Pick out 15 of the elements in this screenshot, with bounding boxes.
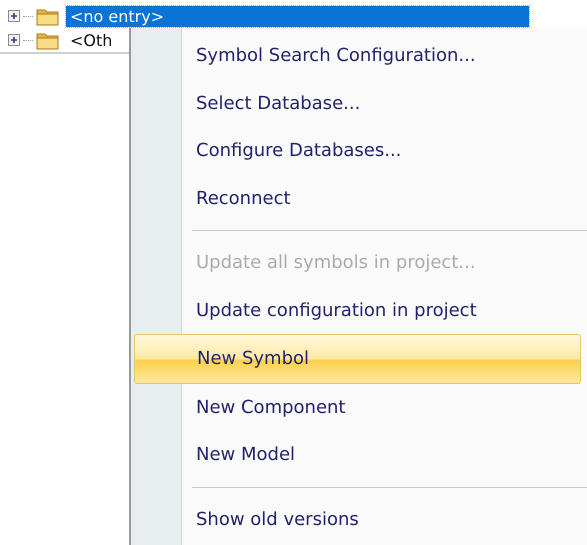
- tree-item[interactable]: <no entry>: [66, 6, 529, 26]
- menu-item[interactable]: Reconnect: [134, 174, 581, 222]
- menu-item[interactable]: Configure Databases...: [134, 127, 581, 174]
- menu-item[interactable]: Symbol Search Configuration...: [134, 32, 581, 80]
- menu-item[interactable]: New Symbol: [134, 334, 581, 384]
- folder-icon: [36, 6, 60, 26]
- menu-item[interactable]: New Component: [134, 384, 581, 431]
- folder-icon: [36, 30, 60, 50]
- menu-item[interactable]: New Model: [134, 431, 581, 478]
- menu-item[interactable]: Select Database...: [134, 80, 581, 127]
- expand-icon[interactable]: [8, 10, 20, 22]
- menu-item[interactable]: Show old versions: [134, 496, 581, 543]
- tree-item[interactable]: <Oth: [66, 30, 116, 50]
- expand-icon[interactable]: [8, 34, 20, 46]
- menu-item[interactable]: Update configuration in project: [134, 286, 581, 334]
